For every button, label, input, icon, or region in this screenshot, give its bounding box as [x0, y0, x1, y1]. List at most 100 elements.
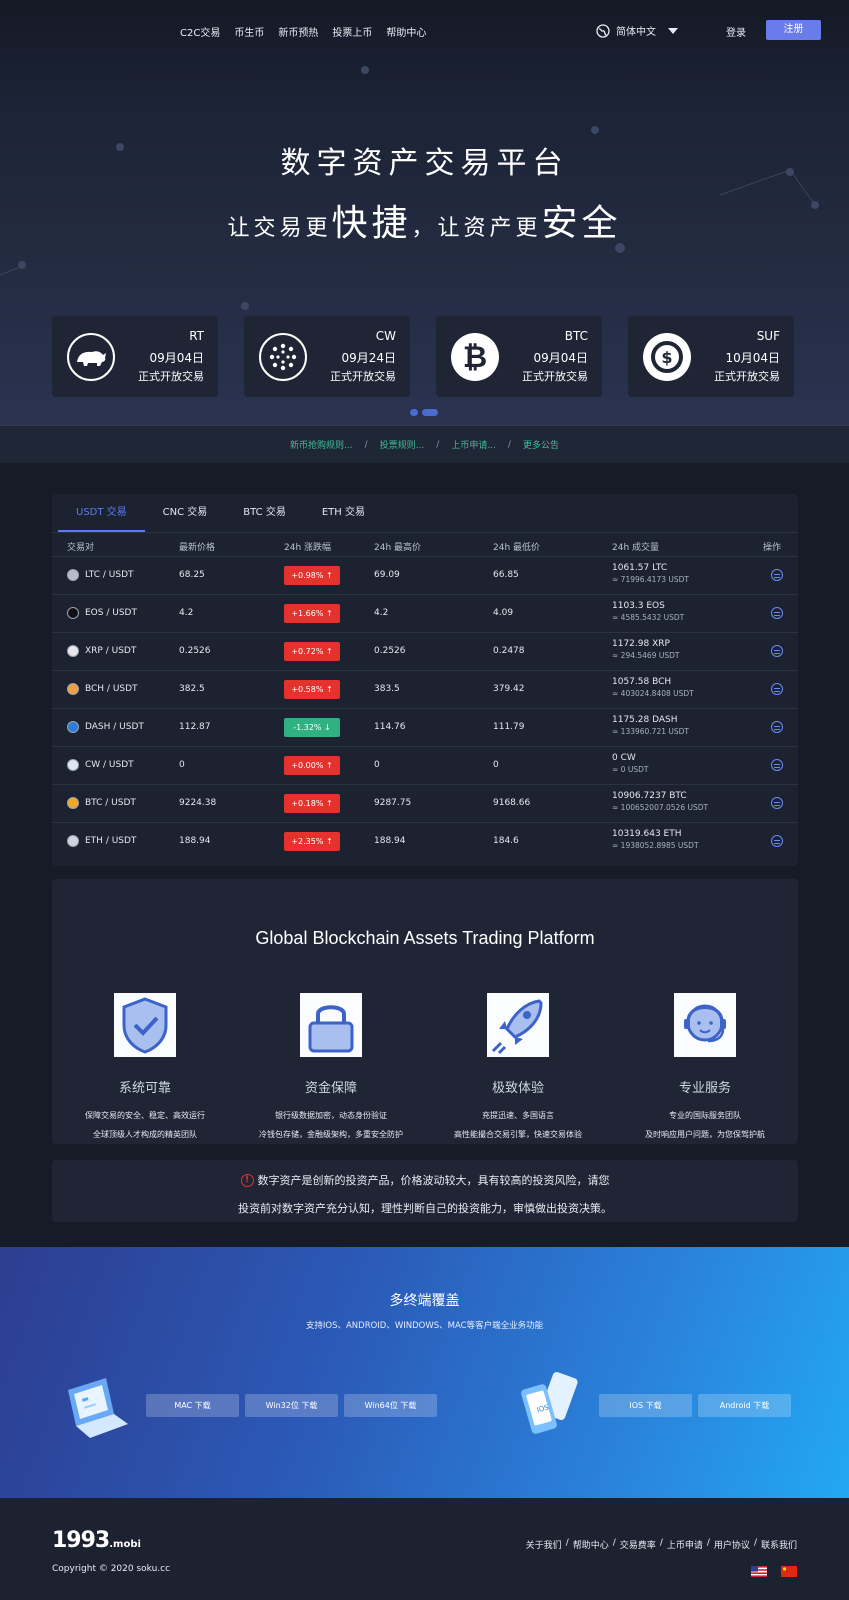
language-flags: [751, 1566, 797, 1577]
risk-line-1: ! 数字资产是创新的投资产品，价格波动较大，具有较高的投资风险，请您: [52, 1172, 798, 1188]
table-row[interactable]: CW / USDT 0 +0.00% ↑ 0 0 0 CW ≈ 0 USDT: [52, 746, 798, 784]
footer-separator: /: [753, 1538, 757, 1548]
listing-card[interactable]: CW 09月24日 正式开放交易: [244, 316, 410, 397]
svg-text:₿: ₿: [463, 340, 487, 375]
table-row[interactable]: ETH / USDT 188.94 +2.35% ↑ 188.94 184.6 10319…: [52, 822, 798, 860]
notice-link[interactable]: 上币申请...: [451, 438, 496, 451]
pair-name: EOS / USDT: [85, 608, 137, 618]
volume-amount: 1057.58 BCH: [612, 677, 672, 687]
login-link[interactable]: 登录: [726, 24, 746, 39]
tab-btc[interactable]: BTC 交易: [225, 494, 304, 532]
language-selector[interactable]: 简体中文: [596, 23, 678, 38]
pair-cell: BTC / USDT: [67, 797, 136, 809]
win32-download-button[interactable]: Win32位 下载: [245, 1394, 338, 1417]
footer-links: 关于我们 / 帮助中心 / 交易费率 / 上币申请 / 用户协议 / 联系我们: [526, 1538, 797, 1551]
pair-cell: LTC / USDT: [67, 569, 134, 581]
price-cell: 382.5: [179, 684, 205, 694]
footer-separator: /: [659, 1538, 663, 1548]
notice-link[interactable]: 投票规则...: [380, 438, 425, 451]
footer-link-terms[interactable]: 用户协议: [714, 1538, 750, 1551]
register-button[interactable]: 注册: [766, 20, 821, 40]
coin-icon: [67, 569, 79, 581]
change-badge: +2.35% ↑: [284, 832, 340, 851]
listing-card[interactable]: ₿ BTC 09月04日 正式开放交易: [436, 316, 602, 397]
footer-link-fees[interactable]: 交易费率: [620, 1538, 656, 1551]
listing-status: 正式开放交易: [714, 370, 780, 383]
notice-separator: /: [507, 439, 511, 450]
pair-cell: DASH / USDT: [67, 721, 144, 733]
china-flag-icon[interactable]: [781, 1566, 797, 1577]
footer-link-listing[interactable]: 上币申请: [667, 1538, 703, 1551]
coin-icon: [67, 607, 79, 619]
footer-link-contact[interactable]: 联系我们: [761, 1538, 797, 1551]
listing-coin: CW: [375, 329, 396, 343]
col-low: 24h 最低价: [493, 543, 541, 553]
listing-card[interactable]: RT 09月04日 正式开放交易: [52, 316, 218, 397]
carousel-dot[interactable]: [410, 409, 418, 416]
table-row[interactable]: BCH / USDT 382.5 +0.58% ↑ 383.5 379.42 1057.5…: [52, 670, 798, 708]
price-cell: 68.25: [179, 570, 205, 580]
table-row[interactable]: BTC / USDT 9224.38 +0.18% ↑ 9287.75 9168.66 1…: [52, 784, 798, 822]
table-row[interactable]: LTC / USDT 68.25 +0.98% ↑ 69.09 66.85 1061.57…: [52, 556, 798, 594]
trade-action-icon[interactable]: [771, 721, 783, 733]
feature-name: 极致体验: [491, 1081, 544, 1096]
trade-action-icon[interactable]: [771, 759, 783, 771]
nav-vote-listing[interactable]: 投票上币: [332, 24, 372, 39]
trade-action-icon[interactable]: [771, 645, 783, 657]
coin-icon: [67, 797, 79, 809]
trade-action-icon[interactable]: [771, 569, 783, 581]
trade-action-icon[interactable]: [771, 683, 783, 695]
table-row[interactable]: DASH / USDT 112.87 -1.32% ↓ 114.76 111.79 117…: [52, 708, 798, 746]
notice-link[interactable]: 新币抢购规则...: [290, 438, 353, 451]
win64-download-button[interactable]: Win64位 下载: [344, 1394, 437, 1417]
globe-icon: [596, 23, 610, 38]
hero-subtitle: 让交易更快捷，让资产更安全: [0, 194, 849, 246]
android-download-button[interactable]: Android 下载: [698, 1394, 791, 1417]
trade-action-icon[interactable]: [771, 607, 783, 619]
volume-usdt: ≈ 71996.4173 USDT: [612, 575, 689, 584]
volume-cell: 1175.28 DASH ≈ 133960.721 USDT: [612, 715, 689, 736]
pair-cell: EOS / USDT: [67, 607, 137, 619]
col-high: 24h 最高价: [374, 543, 422, 553]
carousel-dot-active[interactable]: [422, 409, 438, 416]
feature-name: 专业服务: [678, 1081, 731, 1096]
listing-coin: RT: [189, 329, 204, 343]
footer-link-help[interactable]: 帮助中心: [573, 1538, 609, 1551]
pair-cell: XRP / USDT: [67, 645, 136, 657]
high-cell: 0: [374, 760, 380, 770]
nav-new-coin-preheat[interactable]: 新币预热: [278, 24, 318, 39]
us-flag-icon[interactable]: [751, 1566, 767, 1577]
feature-name: 资金保障: [304, 1081, 357, 1096]
tab-usdt[interactable]: USDT 交易: [58, 494, 145, 532]
price-cell: 0.2526: [179, 646, 211, 656]
high-cell: 69.09: [374, 570, 400, 580]
mac-download-button[interactable]: MAC 下载: [146, 1394, 239, 1417]
table-row[interactable]: XRP / USDT 0.2526 +0.72% ↑ 0.2526 0.2478 1172…: [52, 632, 798, 670]
change-badge: +0.72% ↑: [284, 642, 340, 661]
listing-status: 正式开放交易: [330, 370, 396, 383]
nav-coin-to-coin[interactable]: 币生币: [234, 24, 264, 39]
price-cell: 0: [179, 760, 185, 770]
ios-download-button[interactable]: IOS 下载: [599, 1394, 692, 1417]
rocket-icon: [487, 993, 549, 1057]
trade-action-icon[interactable]: [771, 797, 783, 809]
notice-separator: /: [364, 439, 368, 450]
nav-c2c[interactable]: C2C交易: [180, 24, 220, 39]
high-cell: 0.2526: [374, 646, 406, 656]
trade-action-icon[interactable]: [771, 835, 783, 847]
listing-card[interactable]: $ SUF 10月04日 正式开放交易: [628, 316, 794, 397]
lock-icon: [300, 993, 362, 1057]
footer: 1993.mobi Copyright © 2020 soku.cc 关于我们 …: [0, 1498, 849, 1600]
footer-link-about[interactable]: 关于我们: [526, 1538, 562, 1551]
table-row[interactable]: EOS / USDT 4.2 +1.66% ↑ 4.2 4.09 1103.3 EOS ≈ …: [52, 594, 798, 632]
site-logo[interactable]: 1993.mobi: [52, 1528, 141, 1553]
tab-eth[interactable]: ETH 交易: [304, 494, 383, 532]
nav-help-center[interactable]: 帮助中心: [386, 24, 426, 39]
rhino-icon: [67, 333, 115, 381]
price-cell: 188.94: [179, 836, 211, 846]
volume-cell: 0 CW ≈ 0 USDT: [612, 753, 648, 774]
feature-funds: 资金保障 银行级数据加密，动态身份验证 冷钱包存储，金融级架构，多重安全防护: [238, 993, 424, 1140]
notice-more-link[interactable]: 更多公告: [523, 438, 559, 451]
tab-cnc[interactable]: CNC 交易: [145, 494, 226, 532]
pair-cell: CW / USDT: [67, 759, 134, 771]
